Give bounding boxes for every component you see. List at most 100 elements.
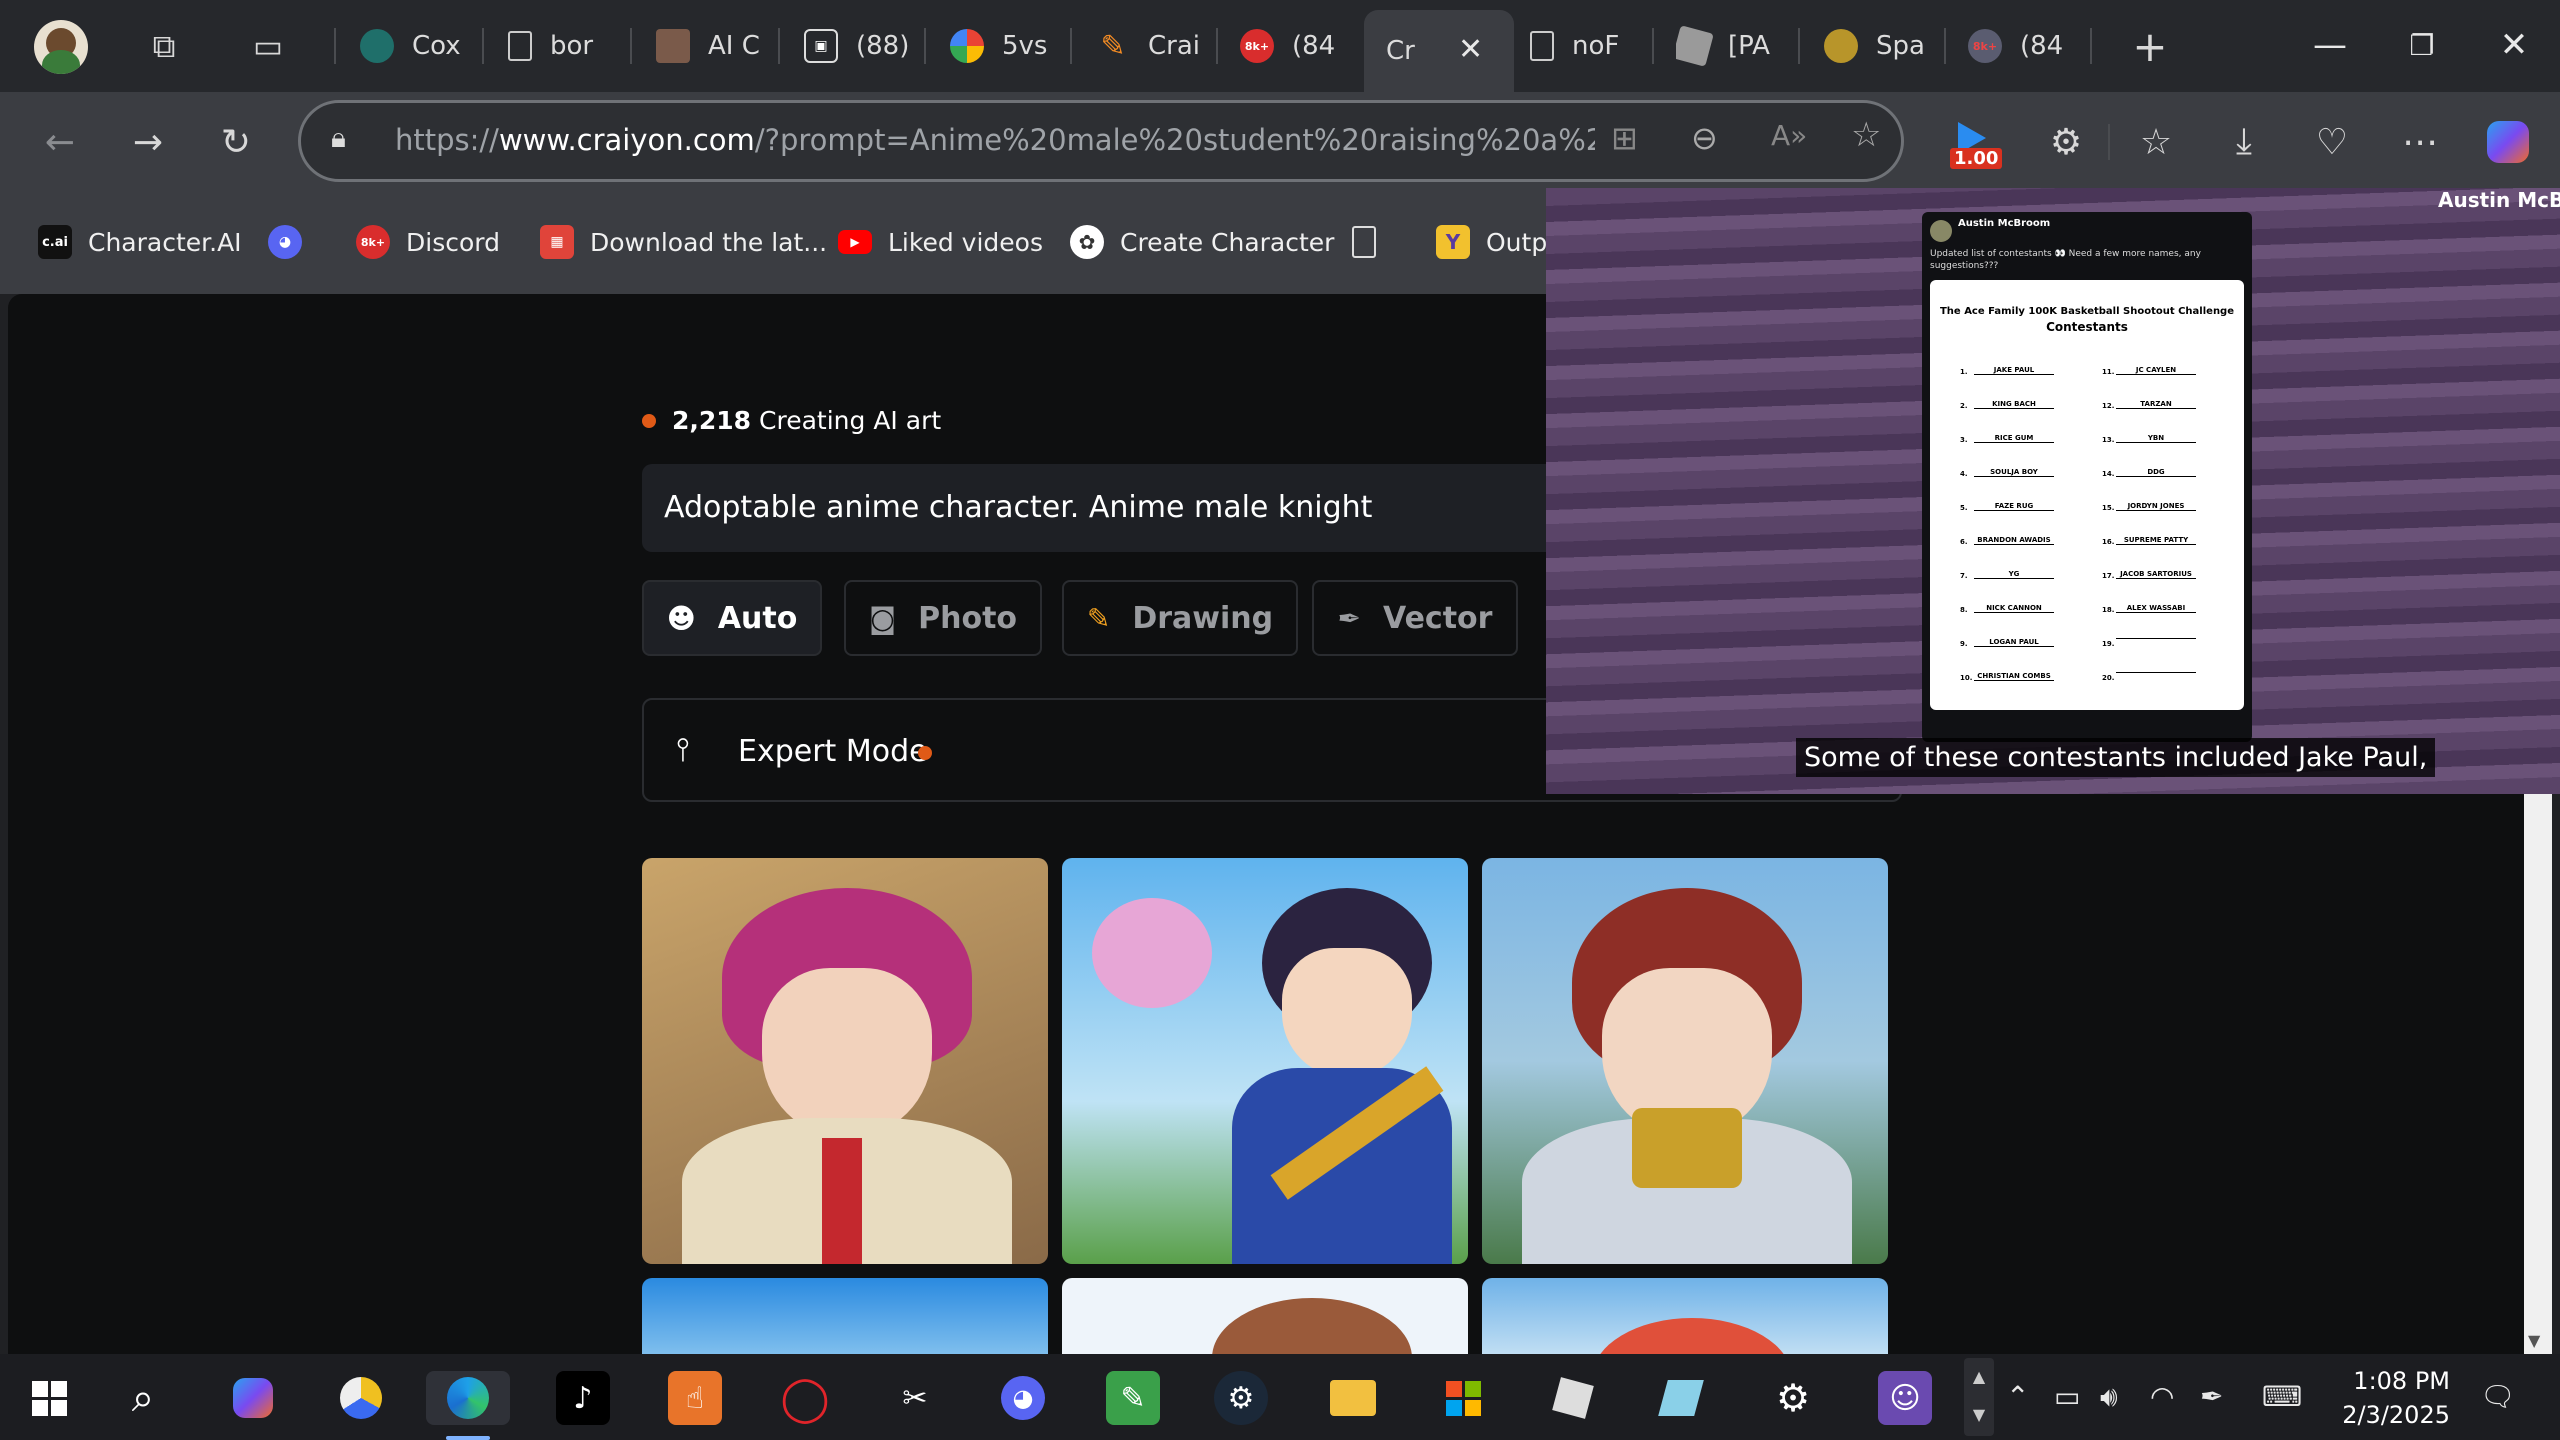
- app-available-icon[interactable]: ⊞: [1611, 119, 1638, 157]
- generated-image-5[interactable]: [1062, 1278, 1468, 1354]
- favorite-star-icon[interactable]: ☆: [1851, 115, 1881, 155]
- browser-essentials-icon[interactable]: ♡: [2302, 112, 2362, 172]
- restore-icon[interactable]: ❐: [2392, 20, 2452, 70]
- back-icon[interactable]: ←: [30, 112, 90, 172]
- page-icon: [1530, 31, 1554, 61]
- settings-icon[interactable]: ⚙: [1766, 1371, 1820, 1425]
- bookmark-download[interactable]: ▦ Download the lat...: [540, 220, 827, 264]
- left-contestant-list: 1. JAKE PAUL 2. KING BACH 3. RICE GUM 4. SOULJA…: [1960, 358, 2080, 698]
- new-tab-icon[interactable]: +: [2120, 16, 2180, 76]
- discord-app-icon[interactable]: ◕: [996, 1371, 1050, 1425]
- openai-icon: ✿: [1070, 225, 1104, 259]
- steam-icon[interactable]: ⚙: [1214, 1371, 1268, 1425]
- url-text[interactable]: https://www.craiyon.com/?prompt=Anime%20…: [395, 123, 1595, 157]
- favorites-icon[interactable]: ☆: [2126, 112, 2186, 172]
- mode-vector[interactable]: ✒ Vector: [1312, 580, 1518, 656]
- tab-8-active[interactable]: Cr ✕: [1364, 10, 1514, 92]
- bookmark-output[interactable]: Y Outpu: [1436, 220, 1563, 264]
- contestant-row: 13. YBN: [2102, 426, 2222, 460]
- address-bar[interactable]: 🔒︎ https://www.craiyon.com/?prompt=Anime…: [298, 100, 1904, 182]
- avatar-icon: [656, 29, 690, 63]
- pen-icon[interactable]: ✒: [2200, 1380, 2223, 1413]
- scroll-down-arrow-icon[interactable]: ▼: [2528, 1331, 2540, 1350]
- tray-scroll[interactable]: ▲ ▼: [1964, 1358, 1994, 1436]
- generated-image-1[interactable]: [642, 858, 1048, 1264]
- microsoft-store-icon[interactable]: [1436, 1371, 1490, 1425]
- forward-icon[interactable]: →: [118, 112, 178, 172]
- mode-photo[interactable]: ◙ Photo: [844, 580, 1042, 656]
- game-avatar-icon[interactable]: ☺: [1878, 1371, 1932, 1425]
- contestant-row: 9. LOGAN PAUL: [1960, 630, 2080, 664]
- mode-auto[interactable]: ☻ Auto: [642, 580, 822, 656]
- tab-2[interactable]: bor: [508, 14, 618, 78]
- file-explorer-icon[interactable]: [1326, 1371, 1380, 1425]
- edge-icon[interactable]: [426, 1371, 510, 1425]
- refresh-icon[interactable]: ↻: [206, 112, 266, 172]
- profile-avatar[interactable]: [34, 20, 88, 74]
- pinwheel-icon: [950, 29, 984, 63]
- mode-drawing[interactable]: ✎ Drawing: [1062, 580, 1298, 656]
- unknown-app-icon[interactable]: [1654, 1371, 1708, 1425]
- tab-11[interactable]: Spa: [1824, 14, 1934, 78]
- battery-icon[interactable]: ▭: [2054, 1380, 2080, 1413]
- downloads-icon[interactable]: ⤓: [2214, 112, 2274, 172]
- picture-in-picture-video[interactable]: Austin McBro Austin McBroom Updated list…: [1546, 188, 2560, 794]
- tab-5[interactable]: 5vs: [950, 14, 1060, 78]
- tab-1[interactable]: Cox: [360, 14, 470, 78]
- bookmark-discord-icon-only[interactable]: ◕: [268, 220, 318, 264]
- tab-10[interactable]: [PA: [1676, 14, 1786, 78]
- show-hidden-icons-icon[interactable]: ⌃: [2006, 1380, 2029, 1413]
- status-dot: [642, 413, 656, 428]
- keyboard-icon[interactable]: ⌨: [2262, 1380, 2302, 1413]
- more-menu-icon[interactable]: ⋯: [2390, 112, 2450, 172]
- read-aloud-icon[interactable]: A»: [1771, 119, 1807, 152]
- contestant-row: 8. NICK CANNON: [1960, 596, 2080, 630]
- chrome-like-icon[interactable]: [334, 1371, 388, 1425]
- opera-icon[interactable]: ◯: [778, 1371, 832, 1425]
- tab-3[interactable]: AI C: [656, 14, 766, 78]
- page-icon: [1352, 226, 1376, 258]
- search-icon[interactable]: ⌕: [116, 1371, 170, 1425]
- workspaces-icon[interactable]: ⧉: [134, 16, 194, 76]
- bookmark-character-ai[interactable]: c.ai Character.AI: [38, 220, 242, 264]
- tab-6[interactable]: ✎ Crai: [1096, 14, 1206, 78]
- paint-icon[interactable]: ✎: [1106, 1371, 1160, 1425]
- zoom-icon[interactable]: ⊖: [1691, 119, 1718, 157]
- extensions-icon[interactable]: ⚙: [2036, 112, 2096, 172]
- tab-7[interactable]: 8k+ (84: [1240, 14, 1350, 78]
- tab-9[interactable]: noF: [1530, 14, 1640, 78]
- camera-icon: ◙: [868, 601, 897, 635]
- generated-image-3[interactable]: [1482, 858, 1888, 1264]
- contestant-row: 17. JACOB SARTORIUS: [2102, 562, 2222, 596]
- copilot-icon[interactable]: [2478, 112, 2538, 172]
- volume-icon[interactable]: 🔊︎: [2100, 1380, 2118, 1414]
- contestant-row: 6. BRANDON AWADIS: [1960, 528, 2080, 562]
- tab-4[interactable]: ▣ (88): [804, 14, 914, 78]
- contestant-row: 12. TARZAN: [2102, 392, 2222, 426]
- clock[interactable]: 1:08 PM 2/3/2025: [2330, 1364, 2450, 1432]
- generated-image-4[interactable]: [642, 1278, 1048, 1354]
- bookmark-page[interactable]: [1352, 220, 1392, 264]
- wifi-icon[interactable]: ◠: [2150, 1380, 2174, 1413]
- vertical-tabs-icon[interactable]: ▭: [238, 16, 298, 76]
- extension-badge[interactable]: 1.00: [1950, 122, 2003, 178]
- notifications-icon[interactable]: 🗨︎: [2480, 1380, 2516, 1413]
- bookmark-liked-videos[interactable]: ▶ Liked videos: [838, 220, 1043, 264]
- copilot-app-icon[interactable]: [226, 1371, 280, 1425]
- close-tab-icon[interactable]: ✕: [1458, 32, 1483, 67]
- bookmark-discord[interactable]: 8k+ Discord: [356, 220, 500, 264]
- close-window-icon[interactable]: ✕: [2484, 20, 2544, 70]
- contestant-row: 15. JORDYN JONES: [2102, 494, 2222, 528]
- touch-app-icon[interactable]: ☝: [668, 1371, 722, 1425]
- roblox-icon[interactable]: [1546, 1371, 1600, 1425]
- minimize-icon[interactable]: —: [2300, 20, 2360, 70]
- tiktok-icon[interactable]: ♪: [556, 1371, 610, 1425]
- snipping-tool-icon[interactable]: ✂: [888, 1371, 942, 1425]
- generated-image-2[interactable]: [1062, 858, 1468, 1264]
- pencil-icon: ✎: [1086, 601, 1111, 635]
- tweet-avatar: [1930, 220, 1952, 242]
- start-icon[interactable]: [22, 1371, 76, 1425]
- bookmark-create-character[interactable]: ✿ Create Character: [1070, 220, 1334, 264]
- generated-image-6[interactable]: [1482, 1278, 1888, 1354]
- tab-12[interactable]: 8k+ (84: [1968, 14, 2078, 78]
